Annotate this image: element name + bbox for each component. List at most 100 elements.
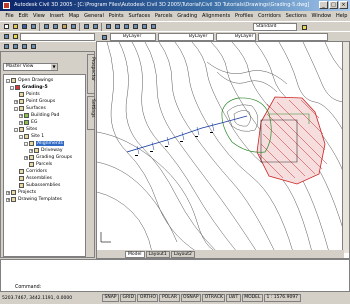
layer-manager-icon[interactable] [2,33,10,41]
pan-icon[interactable] [104,23,112,31]
collapse-toggle[interactable]: - [14,127,18,132]
tab-model[interactable]: Model [125,250,145,258]
zoom-previous-icon[interactable] [131,23,139,31]
collapse-toggle[interactable]: - [24,141,28,146]
expand-toggle[interactable]: + [29,148,33,153]
expand-toggle[interactable]: + [19,120,23,125]
tab-layout1[interactable]: Layout1 [145,250,170,258]
menu-parcels[interactable]: Parcels [153,11,175,21]
tree-item-sites[interactable]: - Sites [14,126,37,133]
drawing-canvas[interactable]: Model Layout1 Layout2 [96,41,350,259]
tree-item-open-drawings[interactable]: - Open Drawings [6,77,53,84]
menu-map[interactable]: Map [66,11,81,21]
match-properties-icon[interactable] [69,23,77,31]
design-center-icon[interactable] [149,23,157,31]
menu-grading[interactable]: Grading [175,11,200,21]
expand-toggle[interactable]: + [19,113,23,118]
close-button[interactable]: × [339,1,348,9]
tree-item-driveway[interactable]: + Driveway [29,147,63,154]
command-line[interactable]: Command: [0,259,350,292]
tree-item-grading-5[interactable]: - Grading-5 [10,84,48,91]
tree-item-drawing-templates[interactable]: + Drawing Templates [6,196,62,203]
canvas-vertical-scrollbar[interactable] [342,42,349,253]
osnap-toggle[interactable]: OSNAP [180,294,202,302]
layer-state-icon[interactable] [11,33,19,41]
tab-settings[interactable]: Settings [87,96,95,130]
expand-toggle[interactable]: + [14,99,18,104]
driveway-alignment[interactable] [126,115,248,153]
tree-item-site-1[interactable]: - Site 1 [19,133,44,140]
tree-item-corridors[interactable]: Corridors [19,168,47,175]
otrack-toggle[interactable]: OTRACK [202,294,226,302]
menu-surfaces[interactable]: Surfaces [126,11,152,21]
scale-readout[interactable]: 1 : 1576.9097 [263,294,301,302]
save-icon[interactable] [20,23,28,31]
new-icon[interactable] [2,23,10,31]
menu-view[interactable]: View [31,11,48,21]
open-icon[interactable] [11,23,19,31]
expand-toggle[interactable]: + [6,190,10,195]
plot-style-combo[interactable] [258,33,328,41]
snap-toggle[interactable]: SNAP [102,294,120,302]
collapse-toggle[interactable]: - [14,106,18,111]
menu-file[interactable]: File [3,11,16,21]
tab-prospector[interactable]: Prospector [87,54,95,94]
ortho-toggle[interactable]: ORTHO [137,294,159,302]
tab-layout2[interactable]: Layout2 [170,250,195,258]
tree-item-grading-groups[interactable]: + Grading Groups [24,154,72,161]
expand-toggle[interactable]: + [24,155,28,160]
chevron-down-icon[interactable]: ▼ [51,64,57,70]
tree-item-projects[interactable]: + Projects [6,189,36,196]
menu-points[interactable]: Points [106,11,126,21]
zoom-realtime-icon[interactable] [113,23,121,31]
model-toggle[interactable]: MODEL [241,294,263,302]
item-view-icon[interactable] [29,43,37,51]
grid-toggle[interactable]: GRID [120,294,137,302]
tree-item-parcels[interactable]: Parcels [29,161,52,168]
tree-item-assemblies[interactable]: Assemblies [19,175,52,182]
layer-combo[interactable] [20,33,95,41]
undo-icon[interactable] [82,23,90,31]
refresh-icon[interactable] [20,43,28,51]
tree-item-alignments[interactable]: - Alignments [24,140,64,147]
collapse-toggle[interactable]: - [6,78,10,83]
menu-profiles[interactable]: Profiles [233,11,256,21]
lineweight-combo[interactable]: ByLayer [216,33,256,41]
menu-corridors[interactable]: Corridors [256,11,284,21]
tree-item-surfaces[interactable]: - Surfaces [14,105,46,112]
print-icon[interactable] [29,23,37,31]
linetype-combo[interactable]: ByLayer [158,33,214,41]
tree-item-subassemblies[interactable]: Subassemblies [19,182,60,189]
maximize-button[interactable]: □ [329,1,338,9]
settings-icon[interactable] [11,43,19,51]
menu-window[interactable]: Window [309,11,334,21]
tree-item-point-groups[interactable]: + Point Groups [14,98,55,105]
copy-icon[interactable] [51,23,59,31]
color-combo[interactable]: ByLayer [110,33,156,41]
tree-item-eg[interactable]: + EG [19,119,37,126]
tree-item-building-pad[interactable]: + Building Pad [19,112,59,119]
menu-help[interactable]: Help [334,11,350,21]
zoom-window-icon[interactable] [122,23,130,31]
tree-item-points[interactable]: Points [19,91,40,98]
prospector-icon[interactable] [2,43,10,51]
lwt-toggle[interactable]: LWT [226,294,241,302]
menu-insert[interactable]: Insert [47,11,66,21]
menu-alignments[interactable]: Alignments [200,11,233,21]
cut-icon[interactable] [42,23,50,31]
text-style-combo[interactable]: Standard [253,23,297,31]
menu-sections[interactable]: Sections [283,11,309,21]
collapse-toggle[interactable]: - [19,134,23,139]
help-icon[interactable] [300,23,308,31]
autocad-app-icon[interactable] [3,2,10,9]
menu-general[interactable]: General [82,11,107,21]
view-combo[interactable]: Master View ▼ [3,63,58,71]
minimize-button[interactable]: _ [319,1,328,9]
collapse-toggle[interactable]: - [10,85,14,90]
polar-toggle[interactable]: POLAR [159,294,180,302]
menu-edit[interactable]: Edit [16,11,30,21]
paste-icon[interactable] [60,23,68,31]
expand-toggle[interactable]: + [6,197,10,202]
make-current-icon[interactable] [100,33,108,41]
redo-icon[interactable] [91,23,99,31]
